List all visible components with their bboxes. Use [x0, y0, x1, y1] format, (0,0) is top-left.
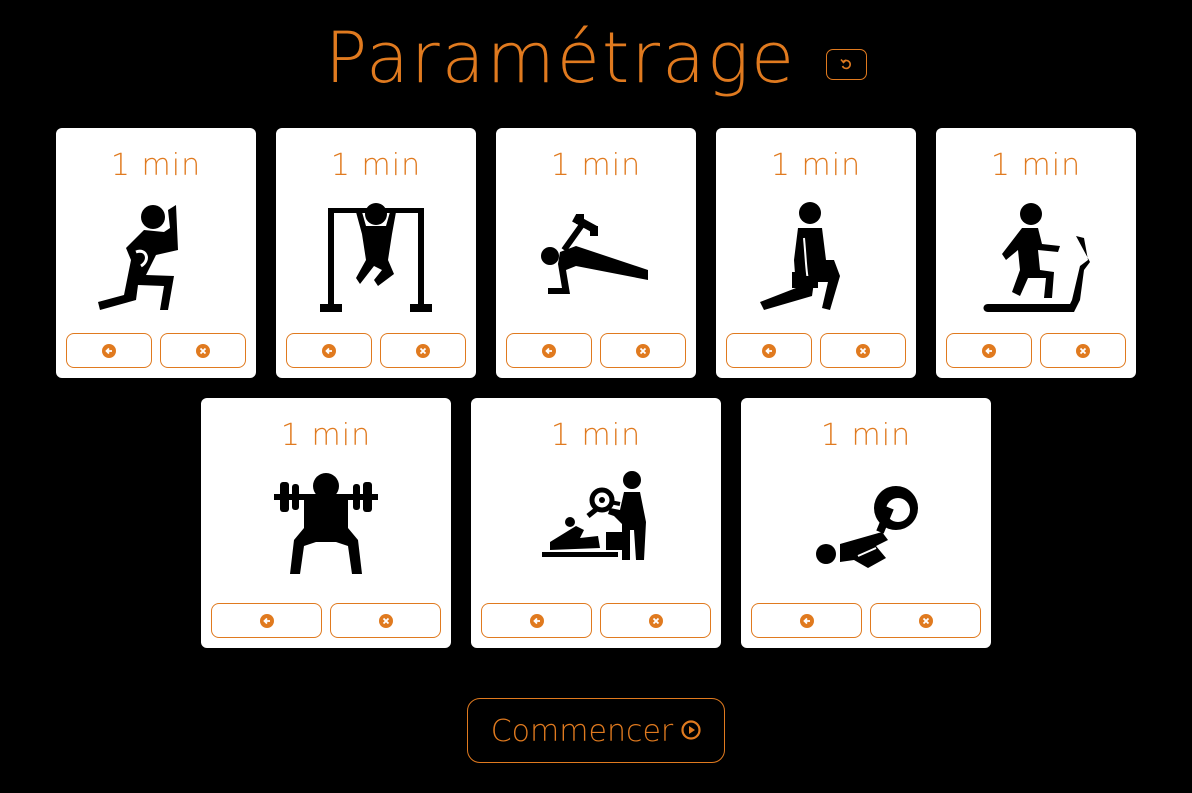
exercise-duration: 1 min	[770, 148, 862, 183]
remove-button[interactable]	[330, 603, 441, 638]
start-button[interactable]: Commencer	[467, 698, 725, 763]
page-title: Paramétrage	[324, 17, 797, 99]
exercise-card: 1 min	[716, 128, 916, 378]
arrow-left-circle-icon	[259, 613, 274, 628]
arrow-left-circle-icon	[322, 343, 336, 358]
back-button[interactable]	[481, 603, 592, 638]
exercise-duration: 1 min	[820, 418, 912, 453]
remove-button[interactable]	[380, 333, 466, 368]
back-button[interactable]	[506, 333, 592, 368]
exercise-card: 1 min	[56, 128, 256, 378]
exercise-duration: 1 min	[550, 418, 642, 453]
back-button[interactable]	[751, 603, 862, 638]
back-button[interactable]	[286, 333, 372, 368]
medicine-ball-situp-icon	[816, 486, 918, 568]
exercise-card: 1 min	[936, 128, 1136, 378]
arrow-left-circle-icon	[799, 613, 814, 628]
remove-button[interactable]	[600, 603, 711, 638]
assisted-bench-press-icon	[542, 471, 646, 560]
exercise-card: 1 min	[201, 398, 451, 648]
close-circle-icon	[1076, 343, 1090, 358]
exercise-duration: 1 min	[550, 148, 642, 183]
exercise-duration: 1 min	[110, 148, 202, 183]
back-button[interactable]	[66, 333, 152, 368]
close-circle-icon	[648, 613, 663, 628]
exercise-duration: 1 min	[330, 148, 422, 183]
exercise-card: 1 min	[276, 128, 476, 378]
kneeling-dumbbell-icon	[760, 202, 840, 310]
plank-dumbbell-icon	[541, 214, 648, 294]
close-circle-icon	[416, 343, 430, 358]
close-circle-icon	[196, 343, 210, 358]
exercise-card: 1 min	[496, 128, 696, 378]
arrow-left-circle-icon	[102, 343, 116, 358]
arrow-left-circle-icon	[542, 343, 556, 358]
exercise-card: 1 min	[471, 398, 721, 648]
page-header: Paramétrage	[0, 8, 1192, 103]
exercise-duration: 1 min	[280, 418, 372, 453]
back-button[interactable]	[211, 603, 322, 638]
remove-button[interactable]	[600, 333, 686, 368]
undo-icon	[840, 58, 852, 69]
remove-button[interactable]	[820, 333, 906, 368]
exercise-card: 1 min	[741, 398, 991, 648]
close-circle-icon	[918, 613, 933, 628]
arrow-left-circle-icon	[982, 343, 996, 358]
pull-up-bar-icon	[320, 203, 432, 312]
back-button[interactable]	[726, 333, 812, 368]
close-circle-icon	[378, 613, 393, 628]
treadmill-icon	[983, 203, 1090, 312]
lunge-icon	[98, 205, 178, 310]
reset-button[interactable]	[826, 48, 868, 80]
exercise-duration: 1 min	[990, 148, 1082, 183]
play-circle-icon	[681, 719, 701, 740]
remove-button[interactable]	[1040, 333, 1126, 368]
back-button[interactable]	[946, 333, 1032, 368]
arrow-left-circle-icon	[762, 343, 776, 358]
remove-button[interactable]	[870, 603, 981, 638]
remove-button[interactable]	[160, 333, 246, 368]
close-circle-icon	[636, 343, 650, 358]
barbell-squat-icon	[274, 473, 378, 574]
close-circle-icon	[856, 343, 870, 358]
start-button-label: Commencer	[490, 714, 674, 749]
arrow-left-circle-icon	[529, 613, 544, 628]
